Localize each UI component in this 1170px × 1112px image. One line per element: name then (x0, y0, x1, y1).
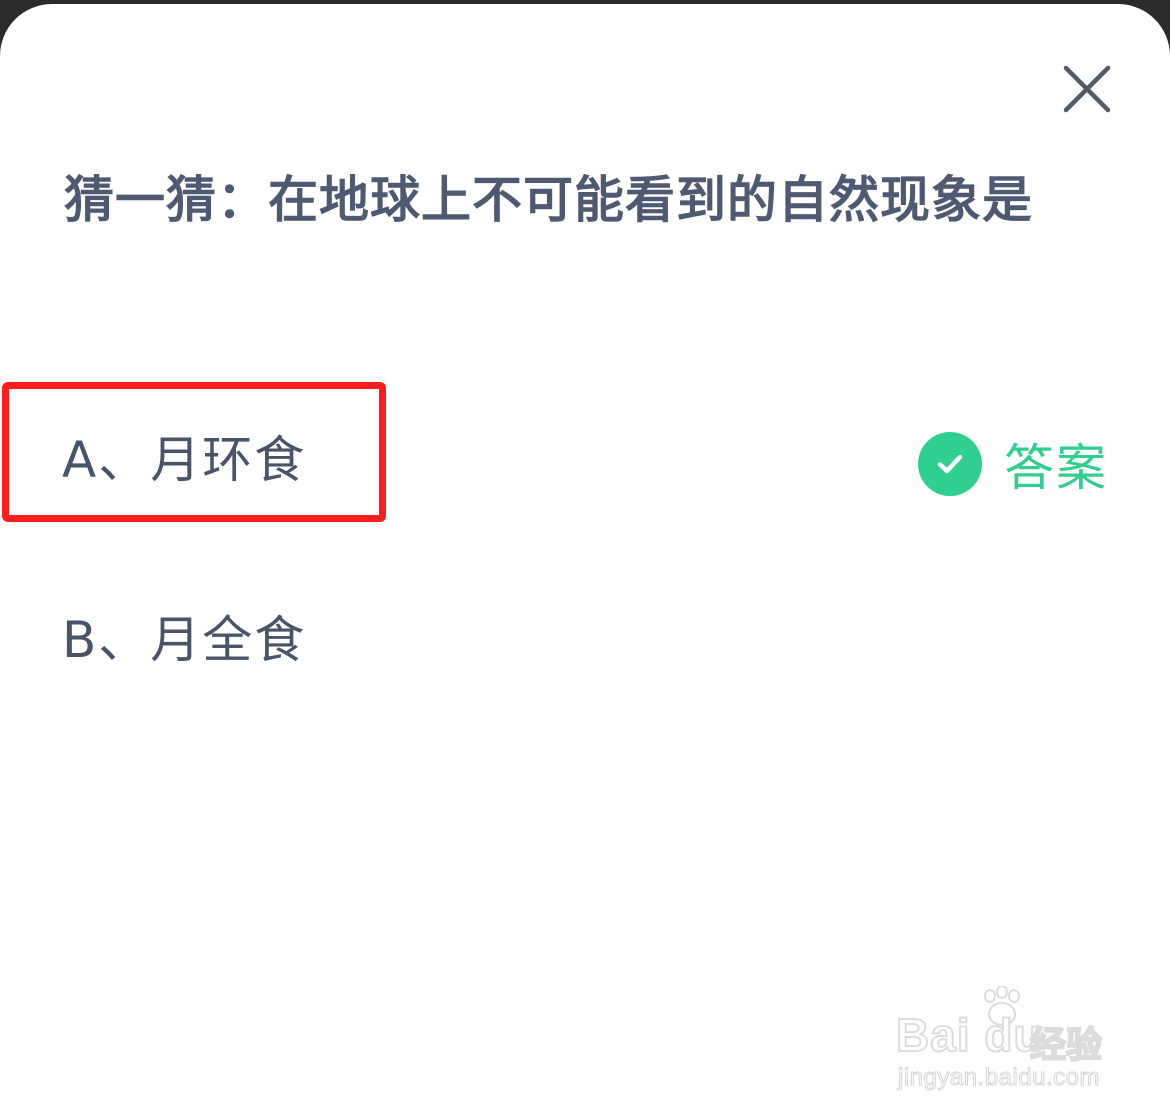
question-text: 猜一猜：在地球上不可能看到的自然现象是 (64, 171, 1033, 229)
highlight-annotation-box (2, 382, 386, 522)
close-button[interactable] (1058, 60, 1116, 118)
close-icon (1063, 65, 1111, 113)
watermark-product: 经验 (1029, 1024, 1103, 1067)
answer-label: 答案 (1004, 439, 1108, 497)
watermark-url: jingyan.baidu.com (898, 1064, 1100, 1092)
answer-tag: 答案 (918, 432, 1108, 497)
check-circle-icon (918, 432, 982, 496)
option-b-label: B、月全食 (62, 611, 307, 669)
watermark-brand: Bai du (895, 1008, 1043, 1062)
option-b[interactable]: B、月全食 (0, 580, 1170, 700)
baidu-jingyan-watermark: Bai du 经验 jingyan.baidu.com (895, 986, 1116, 1096)
question-dialog: 猜一猜：在地球上不可能看到的自然现象是 A、月环食 答案 B、月全食 Bai d… (0, 4, 1170, 1112)
